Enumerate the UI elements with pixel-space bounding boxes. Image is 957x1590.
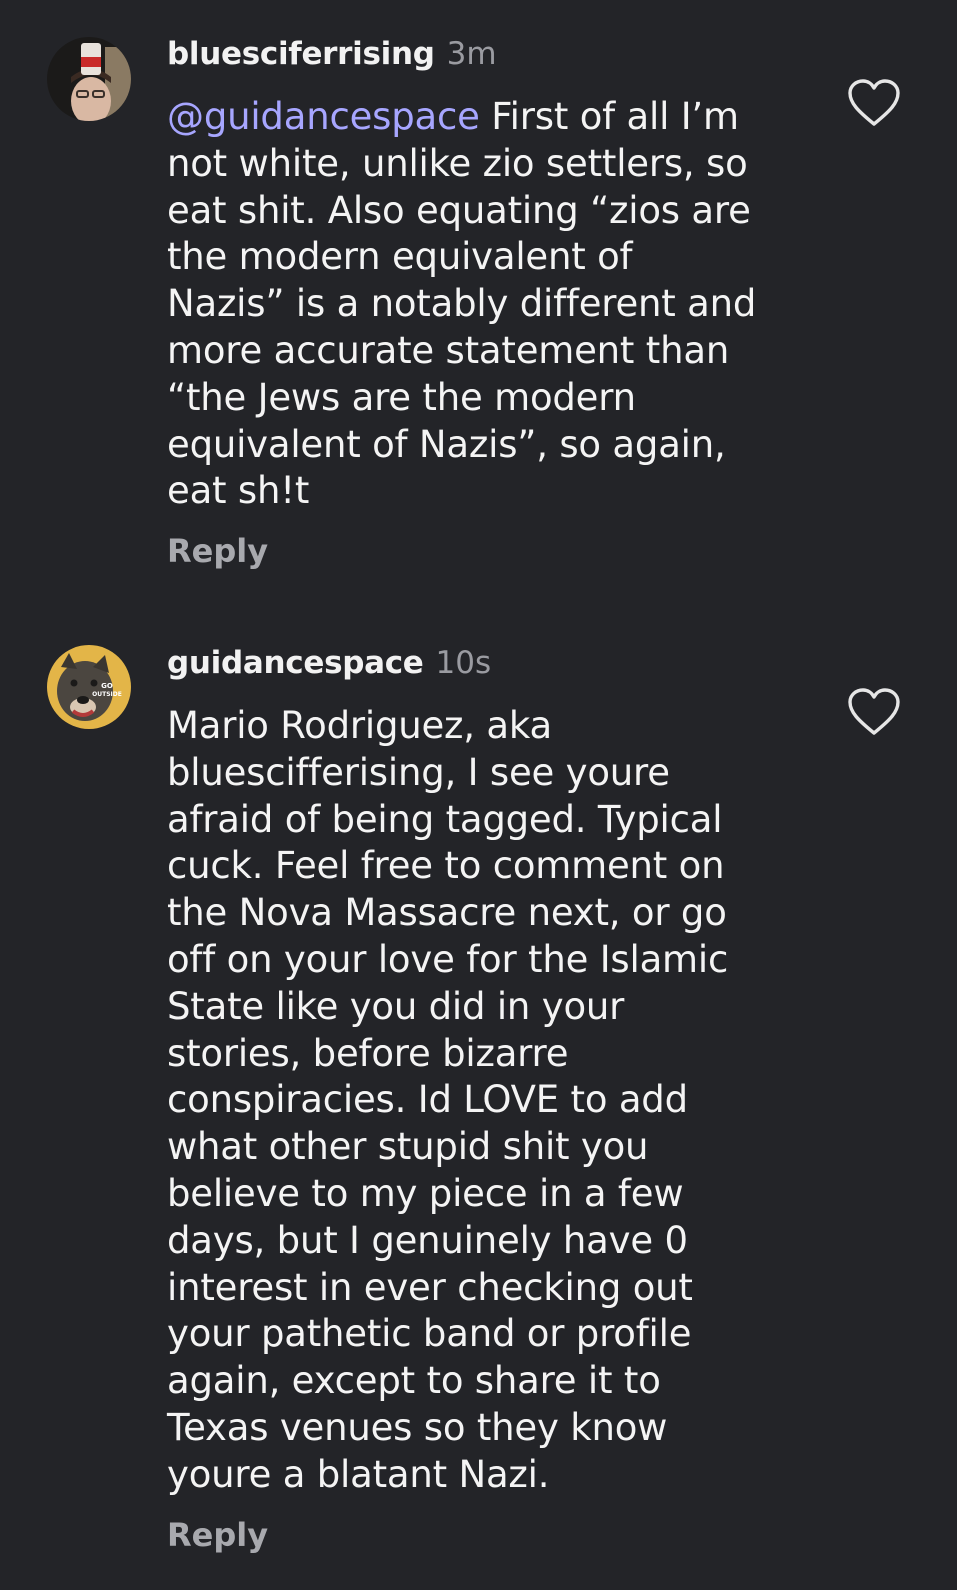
avatar[interactable]: GO OUTSIDE: [47, 645, 131, 729]
comment-line: Texas venues so they know: [167, 1405, 668, 1449]
comment-line: conspiracies. Id LOVE to add: [167, 1078, 688, 1122]
comment-line: what other stupid shit you: [167, 1125, 649, 1169]
comment-line: Nazis” is a notably different and: [167, 282, 757, 326]
comment-line: eat shit. Also equating “zios are: [167, 188, 751, 232]
heart-outline-icon: [848, 79, 900, 126]
comment-line: interest in ever checking out: [167, 1265, 693, 1309]
comment-line: @guidancespace First of all I’m: [167, 94, 817, 141]
svg-text:OUTSIDE: OUTSIDE: [92, 691, 122, 698]
mention-at-icon: @: [167, 95, 204, 138]
comment-meta: guidancespace 10s: [167, 645, 491, 685]
comment-line: Mario Rodriguez, aka: [167, 704, 552, 747]
timestamp: 10s: [435, 645, 492, 681]
like-button[interactable]: [846, 687, 902, 737]
svg-text:GO: GO: [101, 682, 113, 690]
comment-line: “the Jews are the modern: [167, 375, 636, 419]
mention-username: guidancespace: [203, 95, 480, 138]
comment-line: off on your love for the Islamic: [167, 937, 729, 981]
reply-button[interactable]: Reply: [167, 532, 268, 570]
username[interactable]: bluesciferrising: [167, 36, 435, 72]
mention-link[interactable]: @guidancespace: [167, 95, 480, 138]
comment-line: eat sh!t: [167, 469, 310, 513]
like-button[interactable]: [846, 78, 902, 128]
comment-text: Mario Rodriguez, aka bluescifferising, I…: [167, 703, 817, 1499]
reply-button[interactable]: Reply: [167, 1516, 268, 1554]
comment-line: equivalent of Nazis”, so again,: [167, 422, 726, 466]
timestamp: 3m: [446, 36, 497, 72]
comment-line: stories, before bizarre: [167, 1031, 569, 1075]
comment-line: the Nova Massacre next, or go: [167, 891, 727, 935]
comment-line: youre a blatant Nazi.: [167, 1452, 550, 1496]
comment-line: believe to my piece in a few: [167, 1171, 684, 1215]
comment-line: days, but I genuinely have 0: [167, 1218, 688, 1262]
comment-line: bluescifferising, I see youre: [167, 750, 670, 794]
profile-photo-icon: [47, 37, 131, 121]
comment-line: your pathetic band or profile: [167, 1312, 692, 1356]
comment-text: @guidancespace First of all I’m not whit…: [167, 94, 817, 515]
comment-line: more accurate statement than: [167, 328, 730, 372]
comment-line-text: First of all I’m: [479, 95, 739, 138]
dog-photo-icon: GO OUTSIDE: [47, 645, 131, 729]
comment-line: afraid of being tagged. Typical: [167, 797, 723, 841]
comment-meta: bluesciferrising 3m: [167, 36, 497, 76]
comment-line: again, except to share it to: [167, 1359, 661, 1403]
username[interactable]: guidancespace: [167, 645, 424, 681]
heart-outline-icon: [848, 688, 900, 735]
comment-line: not white, unlike zio settlers, so: [167, 141, 748, 185]
comment-line: the modern equivalent of: [167, 235, 633, 279]
comment-line: State like you did in your: [167, 984, 625, 1028]
avatar[interactable]: [47, 37, 131, 121]
comment-line: cuck. Feel free to comment on: [167, 844, 725, 888]
